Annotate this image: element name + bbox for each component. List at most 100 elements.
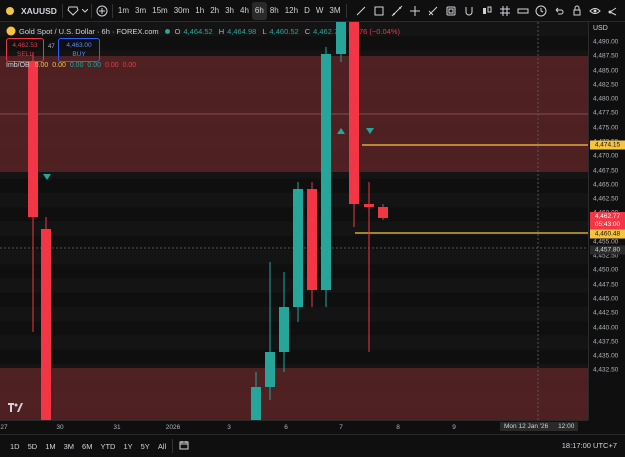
range-5d[interactable]: 5D [24,442,42,451]
range-1d[interactable]: 1D [6,442,24,451]
close-label: C [304,26,311,36]
timeframe-1h[interactable]: 1h [192,2,207,20]
sell-label: SELL [17,51,33,58]
chart-pane[interactable]: Gold Spot / U.S. Dollar · 6h · FOREX.com… [0,22,588,420]
open-value: 4,464.52 [183,26,213,36]
frame-icon[interactable] [443,3,459,19]
candlestick-chart[interactable] [0,22,588,420]
price-tick: 4,440.00 [593,324,619,332]
crosshair-icon[interactable] [407,3,423,19]
indicator-value: 0.00 [105,62,119,69]
open-label: O [174,26,181,36]
price-tick: 4,482.50 [593,81,619,89]
price-tick: 4,435.00 [593,352,619,360]
indicator-value: 0.00 [69,62,84,69]
timeframe-w[interactable]: W [313,2,327,20]
price-tick: 4,450.00 [593,266,619,274]
timeframe-3m[interactable]: 3m [132,2,149,20]
grid-band [0,307,588,322]
buy-price: 4,463.00 [66,42,92,49]
timeframe-3h[interactable]: 3h [222,2,237,20]
clock[interactable]: 18:17:00 UTC+7 [562,441,617,450]
candle-body [307,189,317,290]
time-tick: 2026 [165,424,181,431]
magnet-icon[interactable] [461,3,477,19]
lock-icon[interactable] [569,3,585,19]
time-tick: 31 [113,424,121,431]
grid-icon[interactable] [497,3,513,19]
candle-body [293,189,303,307]
high-label: H [218,26,225,36]
price-axis[interactable]: USD 4,490.00 4,487.50 4,485.00 4,482.50 4,48… [588,22,625,420]
range-5y[interactable]: 5Y [137,442,154,451]
range-6m[interactable]: 6M [78,442,96,451]
timeframe-15m[interactable]: 15m [149,2,171,20]
calendar-icon[interactable] [179,440,189,452]
range-1m[interactable]: 1M [41,442,59,451]
timeframe-6h[interactable]: 6h [251,1,267,20]
demand-zone [0,368,588,420]
ruler-icon[interactable] [515,3,531,19]
upper-level-tag: 4,474.15 [590,140,625,150]
candle-body [349,22,359,204]
low-label: L [262,26,267,36]
separator [61,3,63,18]
candle-body [364,204,374,207]
range-all[interactable]: All [154,442,170,451]
time-tick: 27 [0,424,8,431]
timeframe-4h[interactable]: 4h [237,2,252,20]
time-axis[interactable]: 27 30 31 2026 3 6 7 8 9 Mon 12 Jan '26 12:00 [0,420,588,434]
indicator-legend[interactable]: Imb/OB 0.00 0.00 0.00 0.00 0.00 0.00 [6,62,136,69]
square-icon[interactable] [371,3,387,19]
clock-icon[interactable] [533,3,549,19]
price-tick: 4,477.50 [593,109,619,117]
price-tick: 4,437.50 [593,338,619,346]
separator [172,439,174,453]
price-tick: 4,445.00 [593,295,619,303]
price-tick: 4,447.50 [593,281,619,289]
sell-button[interactable]: 4,462.53 SELL [6,38,44,62]
candles-icon[interactable] [479,3,495,19]
countdown-value: 05:43:00 [594,221,621,228]
timeframe-30m[interactable]: 30m [171,2,193,20]
timeframe-8h[interactable]: 8h [267,2,282,20]
indicator-name: Imb/OB [6,62,30,69]
range-3m[interactable]: 3M [60,442,78,451]
timeframe-3m[interactable]: 3M [326,2,343,20]
share-icon[interactable] [605,3,621,19]
candle-body [378,207,388,218]
price-tick: 4,462.50 [593,195,619,203]
cursor-date: Mon 12 Jan '26 [504,423,549,430]
price-tick: 4,485.00 [593,67,619,75]
timeframe-12h[interactable]: 12h [282,2,301,20]
brush-icon[interactable] [353,3,369,19]
crosshair-price-tag: 4,457.80 [590,245,625,255]
menu-icon[interactable] [2,3,18,19]
high-value: 4,464.98 [227,26,257,36]
candle-body [251,387,261,420]
spread-value: 47 [48,44,55,50]
legend-title[interactable]: Gold Spot / U.S. Dollar · 6h · FOREX.com [19,27,159,36]
diamond-icon[interactable] [65,3,81,19]
timeframe-group: 1m 3m 15m 30m 1h 2h 3h 4h 6h 8h 12h D W 3M [115,1,344,20]
undo-icon[interactable] [551,3,567,19]
range-1y[interactable]: 1Y [119,442,136,451]
indicator-value: 0.00 [52,62,66,69]
gold-icon [6,26,16,36]
timeframe-2h[interactable]: 2h [207,2,222,20]
eye-icon[interactable] [587,3,603,19]
price-tick: 4,467.50 [593,167,619,175]
currency-label[interactable]: USD [593,25,608,32]
symbol-label[interactable]: XAUUSD [18,2,60,20]
price-tick: 4,432.50 [593,366,619,374]
measure-icon[interactable] [425,3,441,19]
chevron-down-icon[interactable] [81,3,89,19]
timeframe-1m[interactable]: 1m [115,2,132,20]
bottom-toolbar: 1D 5D 1M 3M 6M YTD 1Y 5Y All 18:17:00 UTC+7 [0,434,625,457]
add-symbol-icon[interactable] [94,3,110,19]
range-ytd[interactable]: YTD [96,442,119,451]
tradingview-logo[interactable] [8,403,24,416]
line-icon[interactable] [389,3,405,19]
buy-button[interactable]: 4,463.00 BUY [58,38,100,62]
timeframe-d[interactable]: D [301,2,313,20]
